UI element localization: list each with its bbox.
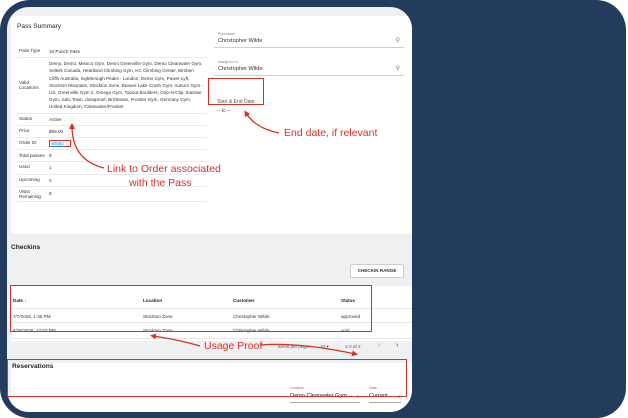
pass-summary-card: Pass Summary Pass Type 10 Punch Pass Val… [11, 16, 412, 234]
pass-row-value: 80582 [47, 138, 207, 149]
pass-row-label: Valid Locations [19, 80, 39, 91]
caret-down-icon: ▾ [326, 344, 329, 349]
pass-row-value: $99.00 [49, 128, 64, 134]
pass-row-value: Demo, Demo, Mexico Gym, Demo Greenville … [49, 61, 203, 110]
annotation-order-link-1: Link to Order associated [107, 163, 221, 175]
purchaser-label: Purchaser [218, 32, 236, 36]
search-icon[interactable]: ⚲ [396, 65, 400, 72]
search-icon[interactable]: ⚲ [396, 37, 400, 44]
checkins-title: Checkins [11, 244, 41, 251]
chevron-left-icon[interactable]: ‹ [378, 342, 380, 349]
pass-row-label: Visits Remaining [19, 188, 41, 199]
pass-row-label: Status [19, 115, 33, 121]
items-per-page-value: 10 [320, 344, 326, 349]
assigned-to-field[interactable]: Assigned to Christopher Wilde ⚲ [214, 58, 404, 76]
assigned-to-label: Assigned to [218, 60, 238, 64]
pass-row: Pass Type 10 Punch Pass [17, 46, 207, 59]
pass-row: Order ID 80582 [17, 138, 207, 151]
pass-row-label: Total passes [19, 153, 45, 159]
pass-row-label: Pass Type [19, 48, 41, 53]
date-range-value: -- to -- [217, 108, 231, 114]
reservations-highlight-box [7, 359, 407, 397]
pass-row: Valid Locations Demo, Demo, Mexico Gym, … [17, 58, 207, 114]
pass-row: Price $99.00 [17, 126, 207, 139]
assigned-to-value: Christopher Wilde [218, 66, 263, 72]
order-id-link[interactable]: 80582 [49, 140, 71, 148]
items-per-page-select[interactable]: 10 ▾ [320, 344, 329, 350]
date-highlight-box [208, 78, 264, 105]
pass-row-value: 9 [49, 153, 52, 159]
checkin-range-button[interactable]: CHECKIN RANGE [350, 264, 404, 278]
pass-row-value: Active [49, 116, 62, 122]
checkins-highlight-box [10, 285, 372, 332]
pass-row-label: Order ID [19, 140, 37, 146]
purchaser-value: Christopher Wilde [218, 38, 263, 44]
pass-row-label: Price [19, 127, 30, 133]
items-per-page-label: Items per page: [278, 344, 310, 349]
pass-row-value: 10 Punch Pass [49, 49, 80, 54]
pass-summary-title: Pass Summary [17, 23, 62, 30]
divider [11, 338, 412, 339]
annotation-usage-proof: Usage Proof [204, 340, 263, 352]
pass-row: Total passes 9 [17, 150, 207, 163]
pass-row: Status Active [17, 114, 207, 126]
pass-row-label: Used [19, 164, 30, 170]
pass-row-value: 8 [49, 191, 52, 197]
pass-row: Visits Remaining 8 [17, 187, 207, 202]
pagination-range: 1-2 of 2 [345, 344, 361, 349]
annotation-end-date: End date, if relevant [284, 127, 378, 139]
chevron-right-icon[interactable]: › [396, 342, 398, 349]
annotation-order-link-2: with the Pass [129, 177, 192, 189]
purchaser-field[interactable]: Purchaser Christopher Wilde ⚲ [214, 30, 404, 48]
pass-row-label: Upcoming [19, 176, 40, 182]
